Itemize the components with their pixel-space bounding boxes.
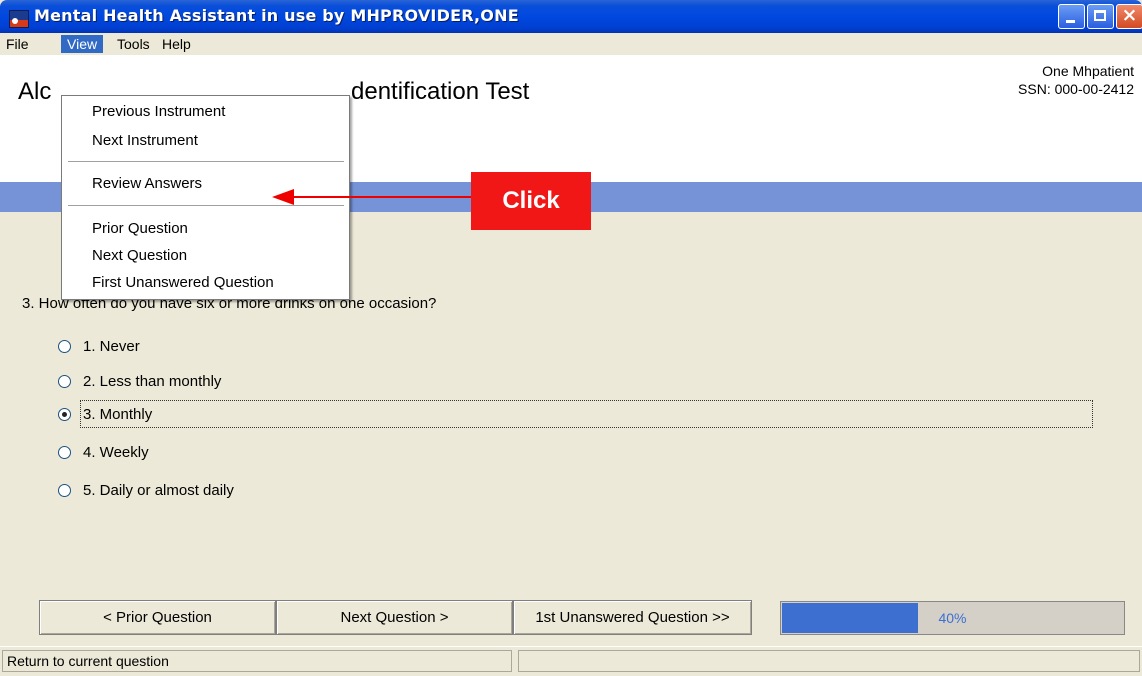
answer-label: 4. Weekly <box>83 443 149 461</box>
window-title: Mental Health Assistant in use by MHPROV… <box>34 6 519 25</box>
answer-label: 1. Never <box>83 337 140 355</box>
status-pane <box>518 650 1140 672</box>
patient-info: One Mhpatient SSN: 000-00-2412 <box>1018 62 1134 98</box>
answer-label: 5. Daily or almost daily <box>83 481 234 499</box>
menu-separator <box>68 205 344 206</box>
title-bar[interactable]: Mental Health Assistant in use by MHPROV… <box>0 0 1142 33</box>
patient-name: One Mhpatient <box>1042 63 1134 79</box>
click-callout: Click <box>471 172 591 230</box>
menu-item-previous-instrument[interactable]: Previous Instrument <box>92 103 225 120</box>
progress-bar: 40% <box>780 601 1125 635</box>
radio-button[interactable] <box>58 374 71 388</box>
menu-item-prior-question[interactable]: Prior Question <box>92 220 188 237</box>
prior-question-button[interactable]: < Prior Question <box>39 600 276 635</box>
radio-button-selected[interactable] <box>58 407 71 421</box>
menu-item-next-question[interactable]: Next Question <box>92 247 187 264</box>
annotation-arrow <box>292 196 472 198</box>
radio-button[interactable] <box>58 445 71 459</box>
status-text: Return to current question <box>2 650 512 672</box>
maximize-button[interactable] <box>1087 4 1114 29</box>
minimize-button[interactable] <box>1058 4 1085 29</box>
close-icon: × <box>1121 4 1138 26</box>
first-unanswered-button[interactable]: 1st Unanswered Question >> <box>513 600 752 635</box>
answer-option-1[interactable]: 1. Never <box>58 334 142 358</box>
menu-file[interactable]: File <box>0 35 35 53</box>
menu-item-first-unanswered-question[interactable]: First Unanswered Question <box>92 274 274 291</box>
answer-option-5[interactable]: 5. Daily or almost daily <box>58 478 236 502</box>
focus-rectangle <box>80 400 1093 428</box>
menu-tools[interactable]: Tools <box>111 35 156 53</box>
patient-ssn: SSN: 000-00-2412 <box>1018 81 1134 97</box>
menu-item-review-answers[interactable]: Review Answers <box>92 175 202 192</box>
answer-label: 2. Less than monthly <box>83 372 222 390</box>
progress-label: 40% <box>938 610 967 626</box>
menu-item-next-instrument[interactable]: Next Instrument <box>92 132 198 149</box>
menu-help[interactable]: Help <box>156 35 197 53</box>
next-question-button[interactable]: Next Question > <box>276 600 513 635</box>
radio-button[interactable] <box>58 483 71 497</box>
status-bar: Return to current question <box>0 646 1142 676</box>
answer-option-4[interactable]: 4. Weekly <box>58 440 151 464</box>
answer-label: 3. Monthly <box>83 405 153 423</box>
instrument-title-start: Alc <box>18 78 52 105</box>
close-button[interactable]: × <box>1116 4 1142 29</box>
app-icon[interactable] <box>9 10 29 28</box>
menu-view[interactable]: View <box>61 35 104 53</box>
instrument-title-end: dentification Test <box>351 78 530 105</box>
menu-separator <box>68 161 344 162</box>
menu-bar: File View Tools Help <box>0 33 1142 55</box>
answer-option-3[interactable]: 3. Monthly <box>58 402 154 426</box>
answer-option-2[interactable]: 2. Less than monthly <box>58 369 223 393</box>
radio-button[interactable] <box>58 339 71 353</box>
arrow-head-icon <box>272 189 294 205</box>
